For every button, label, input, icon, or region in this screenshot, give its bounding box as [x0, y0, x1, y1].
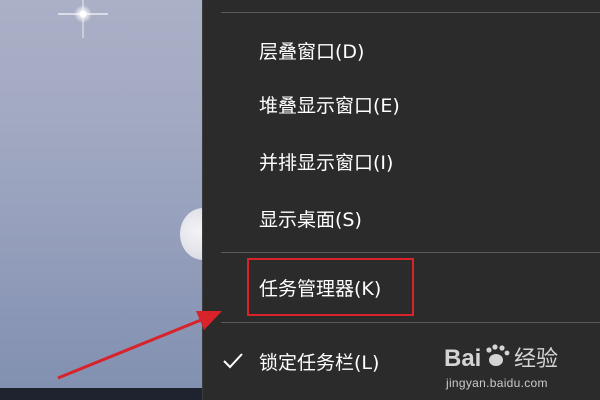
menu-item-cascade-windows[interactable]: 层叠窗口(D): [203, 28, 600, 72]
menu-item-task-manager[interactable]: 任务管理器(K): [203, 265, 600, 309]
checkmark-icon: [223, 353, 243, 369]
menu-item-lock-taskbar[interactable]: 锁定任务栏(L): [203, 339, 600, 383]
menu-item-label: 并排显示窗口(I): [259, 151, 394, 174]
desktop-wallpaper: [0, 0, 202, 400]
menu-item-label: 堆叠显示窗口(E): [259, 94, 400, 117]
menu-item-show-desktop[interactable]: 显示桌面(S): [203, 196, 600, 240]
menu-item-stack-windows[interactable]: 堆叠显示窗口(E): [203, 82, 600, 126]
menu-separator: [221, 322, 600, 323]
sparkle-icon: [58, 0, 108, 38]
menu-item-label: 锁定任务栏(L): [259, 351, 380, 374]
menu-separator: [221, 252, 600, 253]
screenshot-stage: 层叠窗口(D) 堆叠显示窗口(E) 并排显示窗口(I) 显示桌面(S) 任务管理…: [0, 0, 600, 400]
taskbar-context-menu: 层叠窗口(D) 堆叠显示窗口(E) 并排显示窗口(I) 显示桌面(S) 任务管理…: [202, 0, 600, 400]
moon-graphic: [180, 208, 202, 260]
taskbar-edge: [0, 388, 202, 400]
menu-item-label: 任务管理器(K): [259, 277, 382, 300]
menu-item-side-by-side-windows[interactable]: 并排显示窗口(I): [203, 139, 600, 183]
menu-item-label: 显示桌面(S): [259, 208, 362, 231]
menu-item-label: 层叠窗口(D): [259, 40, 365, 63]
menu-separator: [221, 12, 600, 13]
